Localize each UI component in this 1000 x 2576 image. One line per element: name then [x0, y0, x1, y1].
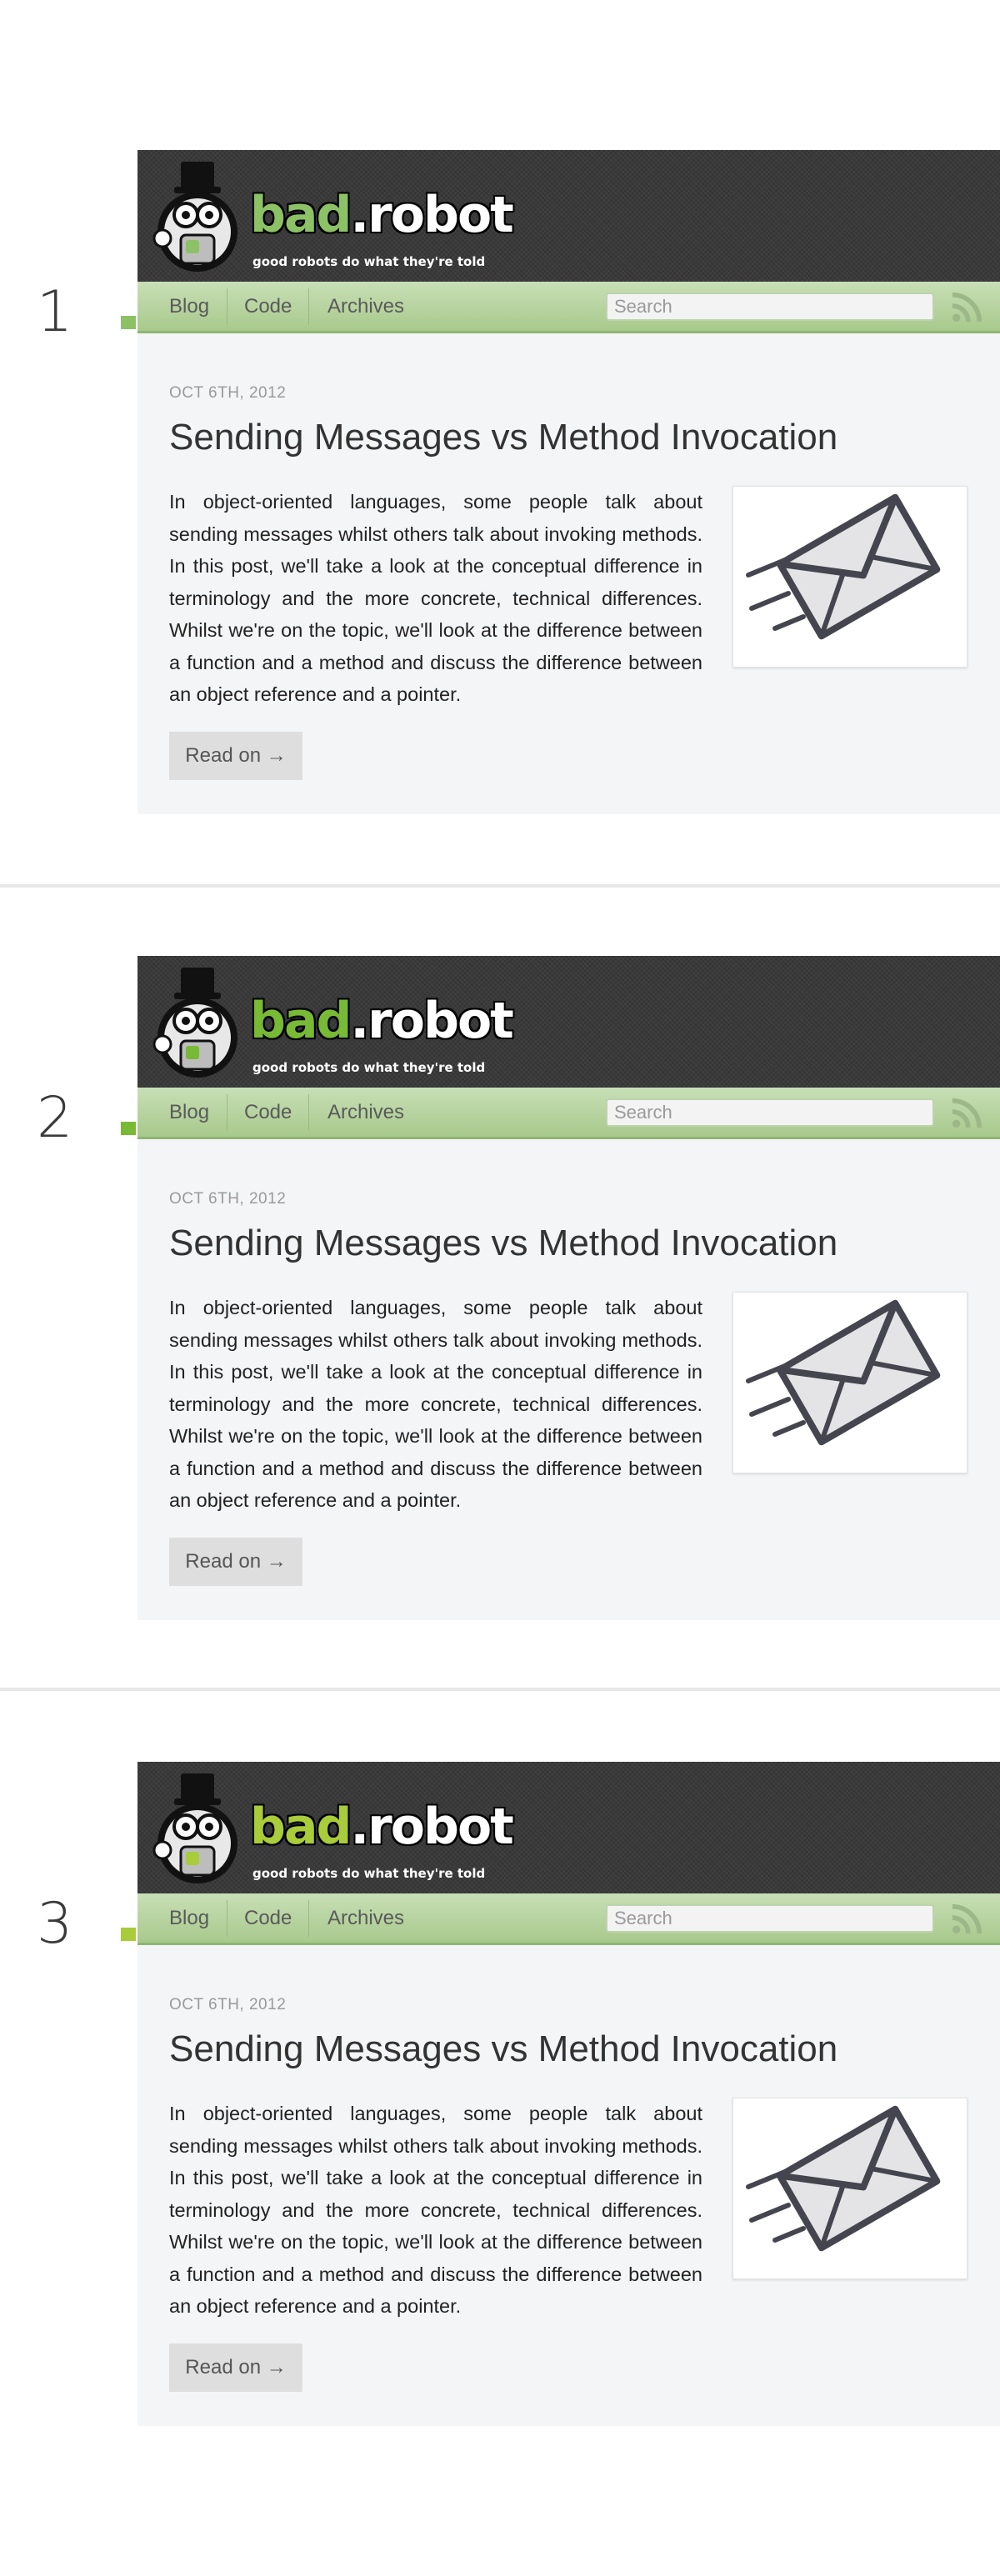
site-tagline: good robots do what they're told [252, 254, 486, 269]
nav-archives[interactable]: Archives [328, 282, 404, 331]
post-date: OCT 6TH, 2012 [169, 1996, 287, 2013]
nav-separator [227, 1900, 228, 1937]
logo-bad-text: bad [250, 992, 352, 1050]
site-logo-wordmark[interactable]: bad.robot [250, 190, 514, 240]
nav-blog[interactable]: Blog [169, 1088, 209, 1137]
nav-accent-marker [121, 1122, 136, 1135]
variant-2: 2 bad.robot good robots do what they're … [0, 806, 1000, 1620]
post-title[interactable]: Sending Messages vs Method Invocation [169, 417, 838, 458]
blog-preview: bad.robot good robots do what they're to… [121, 1762, 1000, 2426]
logo-bad-text: bad [250, 186, 352, 244]
search-input[interactable]: Search [606, 293, 934, 321]
site-logo-wordmark[interactable]: bad.robot [250, 996, 514, 1046]
robot-mascot-logo[interactable] [152, 1770, 252, 1887]
nav-accent-marker [121, 316, 136, 329]
main-nav: Blog Code Archives Search [121, 282, 1000, 333]
variant-3: 3 bad.robot good robots do what they're … [0, 1612, 1000, 2426]
post-title[interactable]: Sending Messages vs Method Invocation [169, 2028, 838, 2070]
nav-accent-marker [121, 1928, 136, 1941]
main-nav: Blog Code Archives Search [121, 1893, 1000, 1945]
post-excerpt: In object-oriented languages, some peopl… [169, 2103, 702, 2317]
nav-blog[interactable]: Blog [169, 1893, 209, 1943]
blog-preview: bad.robot good robots do what they're to… [121, 150, 1000, 814]
nav-separator [308, 1094, 309, 1131]
logo-robot-text: .robot [350, 1798, 513, 1856]
post-title[interactable]: Sending Messages vs Method Invocation [169, 1223, 838, 1264]
site-header: bad.robot good robots do what they're to… [138, 1762, 1000, 1893]
nav-separator [227, 288, 228, 325]
site-tagline: good robots do what they're told [252, 1060, 486, 1075]
post-thumbnail [732, 1292, 968, 1473]
nav-separator [308, 1900, 309, 1937]
rss-icon[interactable] [951, 1098, 982, 1129]
rss-icon[interactable] [951, 292, 982, 323]
variant-index-label: 3 [37, 1891, 73, 1957]
envelope-icon [746, 2105, 941, 2252]
post-date: OCT 6TH, 2012 [169, 384, 287, 402]
post-date: OCT 6TH, 2012 [169, 1190, 287, 1208]
logo-robot-text: .robot [350, 992, 513, 1050]
site-header: bad.robot good robots do what they're to… [138, 150, 1000, 282]
site-logo-wordmark[interactable]: bad.robot [250, 1802, 514, 1852]
post-thumbnail [732, 2098, 968, 2279]
main-nav: Blog Code Archives Search [121, 1088, 1000, 1139]
variant-index-label: 2 [37, 1085, 73, 1151]
logo-bad-text: bad [250, 1798, 352, 1856]
rss-icon[interactable] [951, 1903, 982, 1935]
envelope-icon [746, 493, 941, 640]
post-excerpt: In object-oriented languages, some peopl… [169, 1297, 702, 1511]
envelope-icon [746, 1299, 941, 1446]
nav-code[interactable]: Code [244, 1088, 292, 1137]
nav-separator [227, 1094, 228, 1131]
nav-code[interactable]: Code [244, 282, 292, 331]
nav-code[interactable]: Code [244, 1893, 292, 1943]
site-tagline: good robots do what they're told [252, 1866, 486, 1881]
blog-preview: bad.robot good robots do what they're to… [121, 956, 1000, 1620]
read-on-button[interactable]: Read on → [169, 2343, 302, 2392]
site-header: bad.robot good robots do what they're to… [138, 956, 1000, 1088]
read-on-button[interactable]: Read on → [169, 732, 302, 780]
variant-index-label: 1 [37, 279, 73, 345]
nav-archives[interactable]: Archives [328, 1088, 404, 1137]
search-input[interactable]: Search [606, 1098, 934, 1127]
nav-blog[interactable]: Blog [169, 282, 209, 331]
read-on-button[interactable]: Read on → [169, 1538, 302, 1586]
robot-mascot-logo[interactable] [152, 964, 252, 1081]
variant-1: 1 bad.robot good robots do what they're … [0, 0, 1000, 814]
logo-robot-text: .robot [350, 186, 513, 244]
robot-mascot-logo[interactable] [152, 158, 252, 275]
nav-archives[interactable]: Archives [328, 1893, 404, 1943]
search-input[interactable]: Search [606, 1904, 934, 1933]
post-excerpt: In object-oriented languages, some peopl… [169, 491, 702, 705]
post-thumbnail [732, 486, 968, 668]
nav-separator [308, 288, 309, 325]
